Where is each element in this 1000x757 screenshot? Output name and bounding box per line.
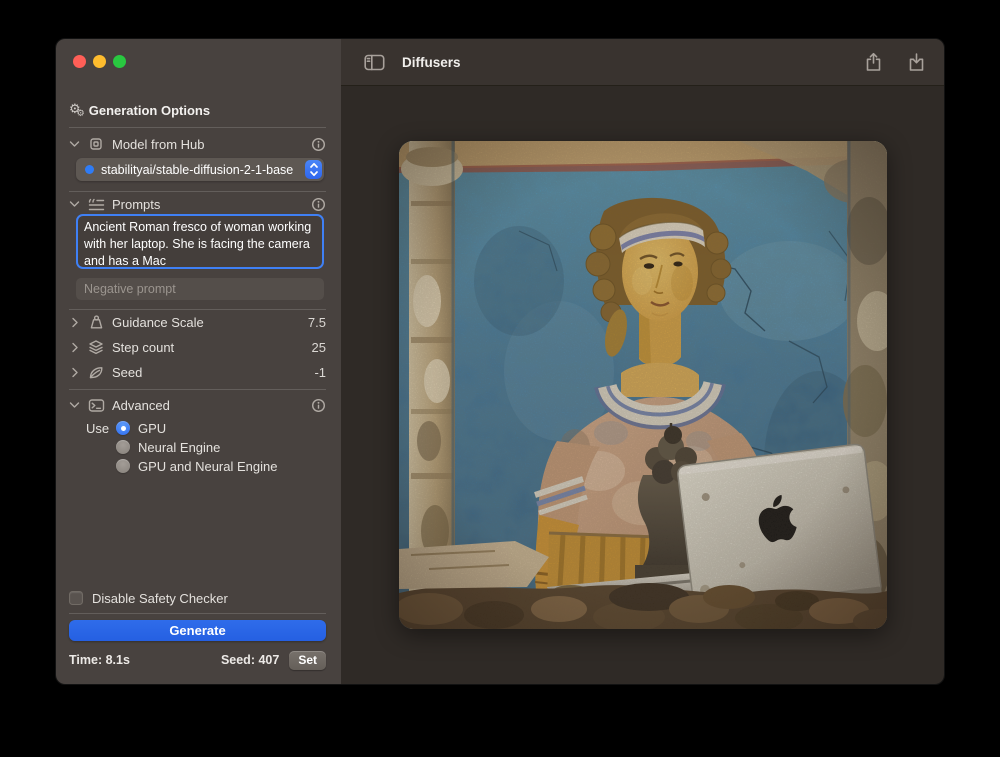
zoom-button[interactable]	[113, 55, 126, 68]
share-icon[interactable]	[865, 52, 882, 72]
compute-option-row: GPU and Neural Engine	[69, 458, 326, 474]
generation-options-header: ⚙⚙ Generation Options	[69, 101, 326, 119]
radio-gpu[interactable]	[116, 421, 130, 435]
gpu-neural-engine-option-label: GPU and Neural Engine	[138, 459, 277, 474]
guidance-scale-row: Guidance Scale 7.5	[69, 313, 326, 331]
model-status-dot	[85, 165, 94, 174]
radio-neural-engine[interactable]	[116, 440, 130, 454]
divider	[69, 191, 326, 192]
generate-button[interactable]: Generate	[69, 620, 326, 641]
disable-safety-checkbox[interactable]	[69, 591, 83, 605]
model-section-row: Model from Hub	[69, 135, 326, 153]
step-count-row: Step count 25	[69, 338, 326, 356]
divider	[69, 127, 326, 128]
fresco-illustration	[399, 141, 887, 629]
time-status: Time: 8.1s	[69, 653, 130, 667]
prompt-input[interactable]: Ancient Roman fresco of woman working wi…	[76, 214, 324, 269]
model-select[interactable]: stabilityai/stable-diffusion-2-1-base	[76, 158, 324, 181]
app-window: ⚙⚙ Generation Options Model from Hub sta…	[55, 38, 945, 685]
guidance-scale-value: 7.5	[308, 315, 326, 330]
divider	[69, 309, 326, 310]
chevron-down-icon[interactable]	[69, 401, 80, 409]
minimize-button[interactable]	[93, 55, 106, 68]
negative-prompt-input[interactable]	[76, 278, 324, 300]
scale-icon	[87, 315, 105, 330]
seed-row: Seed -1	[69, 363, 326, 381]
divider	[69, 389, 326, 390]
toggle-sidebar-icon[interactable]	[364, 54, 385, 71]
generated-image	[399, 141, 887, 629]
chevron-down-icon[interactable]	[69, 140, 80, 148]
step-count-label: Step count	[112, 340, 174, 355]
model-selected-value: stabilityai/stable-diffusion-2-1-base	[101, 163, 298, 177]
info-icon[interactable]	[311, 197, 326, 212]
chevron-down-icon[interactable]	[69, 200, 80, 208]
prompts-section-row: Prompts	[69, 195, 326, 213]
chip-icon	[87, 136, 105, 152]
compute-option-row: Use GPU	[69, 420, 326, 436]
step-count-value: 25	[312, 340, 326, 355]
text-quote-icon	[87, 197, 105, 212]
seed-value: -1	[314, 365, 326, 380]
info-icon[interactable]	[311, 137, 326, 152]
chevron-right-icon[interactable]	[69, 317, 80, 328]
advanced-label: Advanced	[112, 398, 170, 413]
set-seed-button[interactable]: Set	[289, 651, 326, 670]
sidebar: ⚙⚙ Generation Options Model from Hub sta…	[56, 39, 341, 684]
seed-status: Seed: 407	[221, 653, 279, 667]
window-title: Diffusers	[402, 55, 461, 70]
main-titlebar: Diffusers	[341, 39, 944, 86]
gpu-option-label: GPU	[138, 421, 166, 436]
generation-options-label: Generation Options	[89, 103, 210, 118]
seed-label: Seed	[112, 365, 142, 380]
stack-icon	[87, 339, 105, 355]
traffic-lights	[73, 55, 126, 68]
model-label: Model from Hub	[112, 137, 204, 152]
image-canvas	[341, 86, 944, 684]
advanced-section-row: Advanced	[69, 396, 326, 414]
download-icon[interactable]	[908, 52, 925, 72]
status-bar: Time: 8.1s Seed: 407 Set	[69, 650, 326, 670]
info-icon[interactable]	[311, 398, 326, 413]
select-stepper-icon[interactable]	[305, 160, 322, 179]
terminal-icon	[87, 398, 105, 413]
divider	[69, 613, 326, 614]
prompts-label: Prompts	[112, 197, 160, 212]
use-label: Use	[69, 421, 116, 436]
safety-checker-row: Disable Safety Checker	[69, 589, 326, 607]
chevron-right-icon[interactable]	[69, 342, 80, 353]
guidance-scale-label: Guidance Scale	[112, 315, 204, 330]
radio-gpu-and-neural-engine[interactable]	[116, 459, 130, 473]
compute-option-row: Neural Engine	[69, 439, 326, 455]
main-area: Diffusers	[341, 39, 944, 684]
chevron-right-icon[interactable]	[69, 367, 80, 378]
leaf-icon	[87, 365, 105, 380]
neural-engine-option-label: Neural Engine	[138, 440, 220, 455]
safety-checker-label: Disable Safety Checker	[92, 591, 228, 606]
gears-icon: ⚙⚙	[69, 102, 81, 119]
close-button[interactable]	[73, 55, 86, 68]
